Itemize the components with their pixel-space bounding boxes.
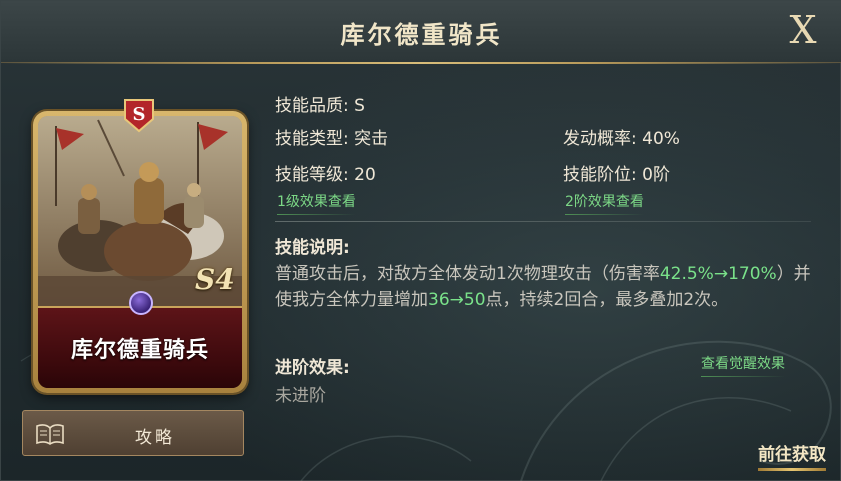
skill-detail-panel: 库尔德重骑兵 X 库尔德重骑兵 S S4 攻略 技能品质: S 技能类型: 突击… [0,0,841,481]
skill-description: 普通攻击后，对敌方全体发动1次物理攻击（伤害率42.5%→170%）并使我方全体… [275,261,815,313]
skill-card: 库尔德重骑兵 [33,111,247,393]
desc-part-1: 普通攻击后，对敌方全体发动1次物理攻击（伤害率 [275,264,660,284]
title-divider [1,62,841,64]
faction-emblem-icon [129,291,153,315]
section-divider [275,221,811,222]
close-button[interactable]: X [784,11,822,49]
desc-part-3: 点，持续2回合，最多叠加2次。 [485,290,729,310]
advance-effect-title: 进阶效果: [275,358,350,378]
advance-effect-value: 未进阶 [275,386,326,406]
goto-obtain-button[interactable]: 前往获取 [758,440,826,471]
skill-trigger-rate: 发动概率: 40% [563,129,680,149]
card-name: 库尔德重骑兵 [70,338,209,363]
guide-button-label: 攻略 [135,428,175,448]
skill-level: 技能等级: 20 [275,165,376,185]
skill-tier: 技能阶位: 0阶 [563,165,670,185]
tier2-effect-link[interactable]: 2阶效果查看 [565,191,644,215]
skill-card-frame: 库尔德重骑兵 [38,116,242,388]
damage-rate-range: 42.5%→170% [659,264,777,284]
skill-quality: 技能品质: S [275,96,365,116]
card-level-badge: S4 [195,263,235,296]
page-title: 库尔德重骑兵 [340,21,503,49]
strength-range: 36→50 [428,290,486,310]
level1-effect-link[interactable]: 1级效果查看 [277,191,356,215]
grade-s-badge-icon: S [124,99,154,133]
skill-description-title: 技能说明: [275,238,350,258]
view-awaken-effect-link[interactable]: 查看觉醒效果 [701,353,785,377]
grade-badge-text: S [133,104,146,125]
guide-button[interactable]: 攻略 [22,410,244,456]
skill-type: 技能类型: 突击 [275,129,389,149]
